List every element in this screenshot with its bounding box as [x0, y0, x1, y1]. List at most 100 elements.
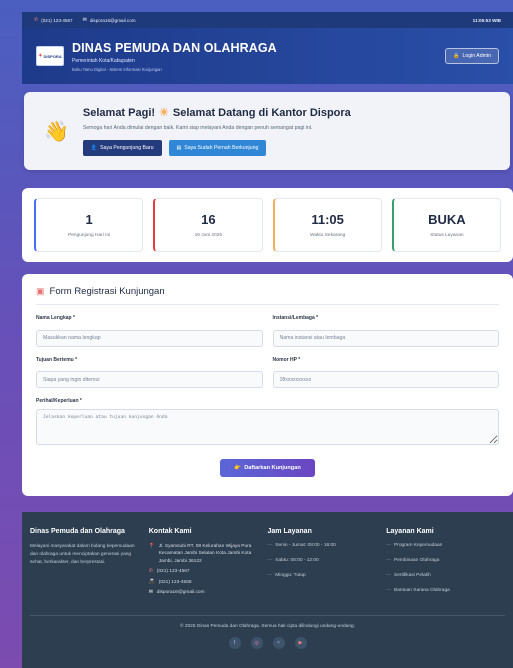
service-text: Pembinaan Olahraga [394, 558, 440, 563]
returning-visitor-button[interactable]: ▤ Saya Sudah Pernah Berkunjung [168, 140, 267, 156]
site-title: DINAS PEMUDA DAN OLAHRAGA [72, 40, 277, 55]
topbar-email-text: dispora16@gmail.com [89, 17, 136, 23]
footer-phone: ✆ (021) 123-4567 [149, 568, 262, 575]
stat-value: 11:05 [311, 212, 344, 227]
site-footer: Dinas Pemuda dan Olahraga Melayani masya… [22, 512, 513, 668]
mail-icon: ✉ [148, 590, 153, 596]
instansi-input[interactable] [272, 329, 499, 347]
stat-label: Pengunjung Hari Ini [68, 233, 111, 238]
clipboard-icon: ▣ [36, 286, 45, 296]
registration-form: ▣ Form Registrasi Kunjungan Nama Lengkap… [22, 274, 513, 496]
footer-hours: Jam Layanan — Senin - Jumat: 08:00 - 16:0… [268, 528, 387, 603]
topbar-clock: 11:05:53 WIB [472, 17, 501, 23]
service-link[interactable]: — Pembinaan Olahraga [386, 558, 499, 563]
nama-input[interactable] [36, 329, 263, 347]
phone-icon: ✆ [148, 569, 153, 575]
welcome-card: 👋 Selamat Pagi! ☀ Selamat Datang di Kant… [24, 92, 510, 170]
tujuan-input[interactable] [36, 371, 263, 388]
hours-item: — Sabtu: 08:00 - 12:00 [267, 558, 319, 563]
fax-icon: 📠 [148, 579, 155, 585]
waving-hand-icon: 👋 [44, 120, 69, 143]
footer-phone-text: (021) 123-4567 [156, 569, 190, 575]
lock-icon: 🔒 [452, 53, 460, 59]
site-subtitle: Pemerintah Kota/Kabupaten [72, 57, 135, 64]
topbar-phone-text: (021) 123-4567 [41, 17, 73, 23]
facebook-icon[interactable]: f [228, 637, 241, 649]
nama-label: Nama Lengkap * [36, 315, 75, 321]
stat-service-status: BUKA Status Layanan [391, 198, 501, 252]
mail-icon: ✉ [82, 17, 87, 23]
stat-label: Status Layanan [430, 233, 464, 238]
footer-services: Layanan Kami — Program Kepemudaan — Pembin… [386, 528, 505, 603]
service-text: Bantuan Sarana Olahraga [394, 588, 450, 593]
youtube-icon[interactable]: ▶ [294, 637, 307, 649]
new-visitor-label: Saya Pengunjung Baru [100, 145, 154, 151]
stat-label: 16 Juni 2025 [194, 233, 223, 238]
page: ✆ (021) 123-4567 ✉ dispora16@gmail.com 1… [22, 12, 513, 668]
footer-about: Dinas Pemuda dan Olahraga Melayani masya… [30, 528, 149, 603]
site-tagline: Buku Tamu Digital - Sistem Informasi Kun… [72, 66, 162, 72]
login-admin-button[interactable]: 🔒 Login Admin [444, 48, 499, 64]
user-plus-icon: 👤 [90, 145, 98, 151]
history-icon: ▤ [176, 145, 182, 151]
hours-text: Minggu: Tutup [275, 573, 306, 578]
phone-icon: ✆ [34, 17, 39, 23]
tujuan-label: Tujuan Bertemu * [36, 356, 78, 363]
footer-about-title: Dinas Pemuda dan Olahraga [30, 528, 125, 535]
footer-address: 📍 Jl. Syamsubi RT. 08 Kelurahan Wijaya P… [149, 543, 262, 565]
social-links: f ◎ ≈ ▶ [30, 637, 505, 649]
footer-contact: Kontak Kami 📍 Jl. Syamsubi RT. 08 Kelura… [149, 528, 268, 603]
hours-text: Sabtu: 08:00 - 12:00 [275, 558, 319, 563]
stat-visitors-today: 1 Pengunjung Hari Ini [34, 198, 144, 252]
submit-visit-button[interactable]: 👉 Daftarkan Kunjungan [220, 459, 315, 477]
map-pin-icon: 📍 [148, 544, 155, 549]
perihal-label: Perihal/Keperluan * [36, 398, 82, 404]
site-header: ✦ DISPORA DINAS PEMUDA DAN OLAHRAGA Peme… [22, 28, 513, 84]
footer-address-text: Jl. Syamsubi RT. 08 Kelurahan Wijaya Pur… [158, 544, 252, 564]
stat-value: 1 [85, 212, 93, 227]
service-link[interactable]: — Sertifikasi Pelatih [386, 573, 499, 578]
topbar-phone: ✆ (021) 123-4567 [34, 17, 73, 23]
new-visitor-button[interactable]: 👤 Saya Pengunjung Baru [82, 140, 162, 156]
instagram-icon[interactable]: ◎ [250, 637, 263, 649]
welcome-heading-text: Selamat Datang di Kantor Dispora [172, 106, 351, 119]
hours-text: Senin - Jumat: 08:00 - 16:00 [275, 543, 336, 548]
hand-pointer-icon: 👉 [234, 465, 242, 471]
twitter-icon[interactable]: ≈ [272, 637, 285, 649]
submit-visit-label: Daftarkan Kunjungan [244, 465, 301, 471]
service-link[interactable]: — Bantuan Sarana Olahraga [386, 588, 499, 593]
stat-current-time: 11:05 Waktu Sekarang [272, 198, 382, 252]
stat-label: Waktu Sekarang [309, 233, 346, 238]
footer-email: ✉ dispora16@gmail.com [149, 589, 262, 596]
stat-value: BUKA [428, 212, 466, 227]
dispora-logo: ✦ DISPORA [36, 46, 64, 66]
welcome-title: Selamat Pagi! ☀ Selamat Datang di Kantor… [82, 106, 351, 120]
sun-icon: ☀ [159, 107, 169, 119]
top-bar: ✆ (021) 123-4567 ✉ dispora16@gmail.com 1… [22, 12, 513, 28]
footer-divider [30, 615, 505, 616]
stat-value: 16 [201, 212, 216, 227]
perihal-textarea[interactable] [36, 409, 499, 445]
form-title-text: Form Registrasi Kunjungan [49, 286, 165, 297]
stats-panel: 1 Pengunjung Hari Ini 16 16 Juni 2025 11… [22, 188, 513, 262]
footer-fax: 📠 (021) 123-4568 [149, 579, 262, 586]
form-title: ▣ Form Registrasi Kunjungan [36, 286, 499, 305]
footer-hours-title: Jam Layanan [267, 528, 312, 535]
footer-email-text: dispora16@gmail.com [156, 590, 205, 596]
returning-visitor-label: Saya Sudah Pernah Berkunjung [184, 145, 259, 151]
hp-input[interactable] [272, 371, 499, 388]
stat-date: 16 16 Juni 2025 [153, 198, 263, 252]
hp-label: Nomor HP * [272, 356, 301, 363]
footer-fax-text: (021) 123-4568 [158, 579, 192, 585]
welcome-description: Semoga hari Anda dimulai dengan baik. Ka… [82, 125, 313, 131]
footer-services-title: Layanan Kami [386, 528, 434, 535]
instansi-label: Instansi/Lembaga * [272, 315, 319, 321]
copyright-text: © 2025 Dinas Pemuda dan Olahraga. Semua … [179, 624, 355, 629]
logo-mark-icon: ✦ [38, 53, 43, 59]
footer-about-text: Melayani masyarakat dalam bidang kepemud… [30, 544, 135, 565]
service-link[interactable]: — Program Kepemudaan [386, 543, 499, 548]
greeting-text: Selamat Pagi! [82, 106, 156, 119]
logo-text: DISPORA [43, 53, 62, 59]
login-admin-label: Login Admin [462, 53, 491, 59]
service-text: Sertifikasi Pelatih [394, 573, 431, 578]
